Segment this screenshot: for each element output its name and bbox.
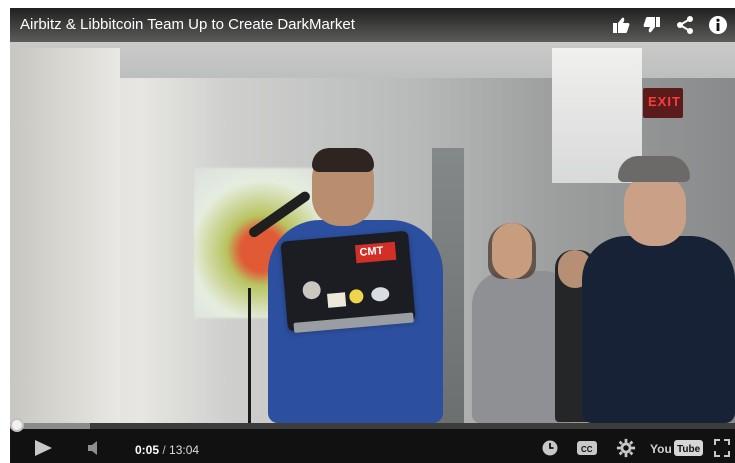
progress-handle[interactable] <box>10 418 24 432</box>
middle-person-head <box>492 223 532 279</box>
exit-sign-text: EXIT <box>648 94 681 109</box>
microphone-cable <box>248 288 251 423</box>
fullscreen-icon[interactable] <box>713 438 731 458</box>
captions-icon[interactable]: CC <box>575 438 599 458</box>
gear-icon[interactable] <box>615 438 637 458</box>
current-time: 0:05 <box>135 443 160 457</box>
round-sticker <box>301 280 322 300</box>
play-icon[interactable] <box>30 438 56 458</box>
time-display: 0:05 / 13:04 <box>135 442 265 458</box>
laptop-sticker-text: CMT <box>359 244 384 259</box>
svg-text:CC: CC <box>581 445 593 454</box>
video-title[interactable]: Airbitz & Libbitcoin Team Up to Create D… <box>20 16 580 34</box>
left-wall <box>10 48 120 423</box>
square-sticker <box>327 292 347 308</box>
laptop: CMT <box>280 230 416 333</box>
volume-muted-icon[interactable] <box>84 438 104 458</box>
presenter-hair <box>312 148 374 172</box>
share-icon[interactable] <box>675 15 695 35</box>
time-separator: / <box>159 443 170 457</box>
flat-cap <box>618 156 690 182</box>
thumbs-up-icon[interactable] <box>611 15 631 35</box>
youtube-text: You <box>650 442 672 456</box>
title-bar: Airbitz & Libbitcoin Team Up to Create D… <box>10 8 735 42</box>
blue-sticker <box>370 286 390 302</box>
youtube-logo-icon[interactable]: You Tube <box>650 438 704 458</box>
duration: 13:04 <box>169 443 200 457</box>
video-frame[interactable]: EXIT CMT <box>10 8 735 423</box>
right-person-head <box>624 174 686 246</box>
watch-later-icon[interactable] <box>541 438 559 458</box>
youtube-box-text: Tube <box>677 444 701 455</box>
dark-jacket <box>582 236 735 423</box>
thumbs-down-icon[interactable] <box>642 15 662 35</box>
progress-track[interactable] <box>10 418 735 432</box>
video-player[interactable]: EXIT CMT Airbitz & Libbitcoin Team Up to… <box>10 8 735 463</box>
audience-person-right <box>582 156 735 423</box>
yellow-sticker <box>348 288 364 304</box>
info-icon[interactable] <box>708 15 728 35</box>
control-bar: 0:05 / 13:04 CC You Tube <box>10 418 735 463</box>
